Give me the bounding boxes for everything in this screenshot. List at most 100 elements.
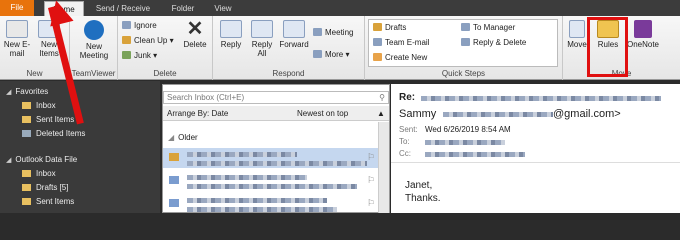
qs-reply-delete[interactable]: Reply & Delete <box>461 38 526 48</box>
teamviewer-icon <box>84 20 104 40</box>
forward-button[interactable]: Forward <box>279 20 309 49</box>
tab-folder[interactable]: Folder <box>162 1 204 16</box>
redacted-sender-address <box>443 112 553 117</box>
redacted-sender <box>187 198 327 203</box>
junk-button[interactable]: Junk ▾ <box>122 51 157 61</box>
qs-to-manager[interactable]: To Manager <box>461 23 515 33</box>
quick-steps-gallery: Drafts Team E-mail Create New To Manager… <box>368 19 558 67</box>
forward-label: Forward <box>279 40 309 49</box>
redacted-subject <box>421 96 661 101</box>
tab-file[interactable]: File <box>0 0 34 16</box>
redacted-subject <box>187 207 337 212</box>
quick-steps-label: Quick Steps <box>441 69 486 78</box>
teamviewer-group: New Meeting TeamViewer <box>70 16 118 80</box>
respond-group-label: Respond <box>272 69 305 78</box>
qs-team-email[interactable]: Team E-mail <box>373 38 429 48</box>
envelope-icon <box>169 199 179 207</box>
redacted-to <box>425 140 505 145</box>
inbox-folder-icon <box>22 170 31 177</box>
reply-button[interactable]: Reply <box>217 20 245 49</box>
redacted-subject <box>187 184 357 189</box>
nav-favorites-label: Favorites <box>15 87 49 96</box>
sent-label: Sent: <box>399 125 418 134</box>
meeting-button[interactable]: Meeting <box>313 28 353 38</box>
more-icon <box>313 50 322 58</box>
nav-deleted-items[interactable]: Deleted Items <box>22 129 85 138</box>
arrange-by-button[interactable]: Arrange By: Date <box>167 106 228 121</box>
search-icon: ⚲ <box>379 93 385 102</box>
create-new-icon <box>373 53 382 61</box>
qs-create-new[interactable]: Create New <box>373 53 427 63</box>
new-email-button[interactable]: New E-mail <box>2 20 32 58</box>
qs-drafts[interactable]: Drafts <box>373 23 406 33</box>
onenote-icon <box>634 20 652 38</box>
meeting-icon <box>313 28 322 36</box>
nav-sent-items-2[interactable]: Sent Items <box>22 197 74 206</box>
reading-pane: Re: Sammy @gmail.com> Sent: Wed 6/26/201… <box>391 84 680 213</box>
flag-icon[interactable]: ⚐ <box>367 198 375 209</box>
move-icon <box>569 20 585 38</box>
flag-icon[interactable]: ⚐ <box>367 152 375 163</box>
new-meeting-label: New Meeting <box>79 42 109 60</box>
header-divider <box>391 162 680 163</box>
sort-order-button[interactable]: Newest on top <box>297 106 348 121</box>
delete-label: Delete <box>183 40 207 49</box>
sent-folder-icon <box>22 198 31 205</box>
sender-domain: @gmail.com> <box>553 108 621 120</box>
message-row[interactable]: ⚐ <box>163 148 378 168</box>
to-label: To: <box>399 137 410 146</box>
collapse-icon: ◢ <box>168 133 175 142</box>
more-label: More <box>325 50 344 59</box>
message-row[interactable]: ⚐ <box>163 194 378 214</box>
redacted-subject <box>187 161 367 166</box>
nav-sent-items-label: Sent Items <box>36 115 75 124</box>
sort-arrow-icon: ▲ <box>377 109 385 118</box>
cc-label: Cc: <box>399 149 411 158</box>
meeting-label: Meeting <box>325 28 354 37</box>
envelope-icon <box>169 176 179 184</box>
onenote-button[interactable]: OneNote <box>625 20 661 49</box>
expand-triangle-icon: ◢ <box>6 157 12 164</box>
nav-data-file[interactable]: ◢ Outlook Data File <box>6 155 77 164</box>
delete-group-label: Delete <box>153 69 177 78</box>
nav-sent-items[interactable]: Sent Items <box>22 115 74 124</box>
clean-up-button[interactable]: Clean Up ▾ <box>122 36 174 46</box>
folder-icon <box>373 23 382 31</box>
to-manager-icon <box>461 23 470 31</box>
ignore-icon <box>122 21 131 29</box>
ignore-button[interactable]: Ignore <box>122 21 157 31</box>
delete-x-icon: ✕ <box>186 18 204 40</box>
sender-name: Sammy <box>399 108 437 120</box>
envelope-icon <box>6 20 28 38</box>
more-button[interactable]: More ▾ <box>313 50 349 60</box>
qs-to-manager-label: To Manager <box>473 23 516 32</box>
team-email-icon <box>373 38 382 46</box>
redacted-sender <box>187 175 307 180</box>
nav-inbox-label: Inbox <box>36 101 56 110</box>
envelope-icon <box>169 153 179 161</box>
group-header-older[interactable]: ◢ Older <box>168 133 198 142</box>
tab-send-receive[interactable]: Send / Receive <box>88 1 158 16</box>
nav-drafts-label: Drafts [5] <box>36 183 69 192</box>
reply-all-button[interactable]: Reply All <box>247 20 277 58</box>
flag-icon[interactable]: ⚐ <box>367 175 375 186</box>
qs-drafts-label: Drafts <box>385 23 407 32</box>
redacted-cc <box>425 152 525 157</box>
reply-label: Reply <box>220 40 242 49</box>
nav-favorites[interactable]: ◢ Favorites <box>6 87 48 96</box>
forward-icon <box>283 20 305 38</box>
move-button[interactable]: Move <box>565 20 589 49</box>
nav-inbox-2[interactable]: Inbox <box>22 169 56 178</box>
search-input[interactable]: Search Inbox (Ctrl+E) ⚲ <box>163 91 389 104</box>
nav-drafts[interactable]: Drafts [5] <box>22 183 68 192</box>
message-row[interactable]: ⚐ <box>163 171 378 191</box>
tab-view[interactable]: View <box>208 1 238 16</box>
new-meeting-button[interactable]: New Meeting <box>76 20 112 60</box>
reply-delete-icon <box>461 38 470 46</box>
message-list-scrollbar[interactable] <box>378 122 389 213</box>
nav-inbox[interactable]: Inbox <box>22 101 56 110</box>
ignore-label: Ignore <box>134 21 157 30</box>
onenote-label: OneNote <box>626 40 660 49</box>
reply-icon <box>220 20 242 38</box>
delete-button[interactable]: ✕ Delete <box>180 18 210 49</box>
